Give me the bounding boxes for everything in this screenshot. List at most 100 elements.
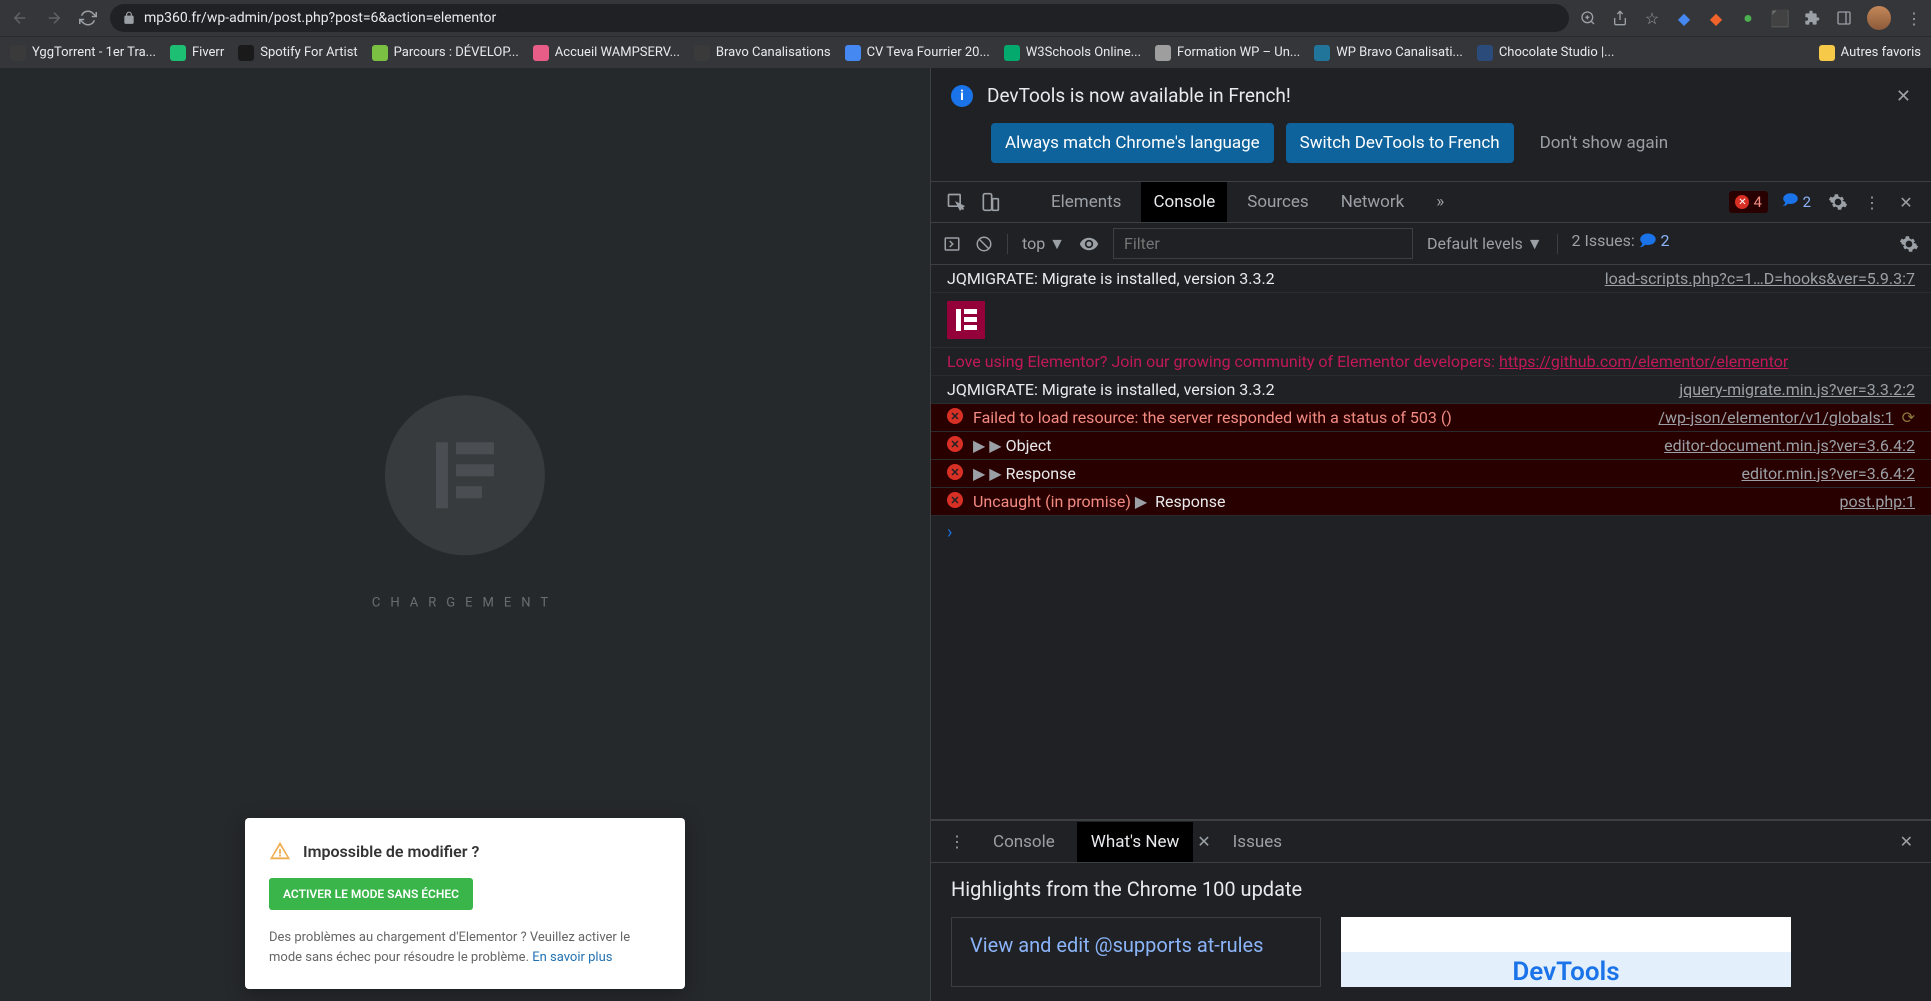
bookmark-item[interactable]: W3Schools Online... [1004, 45, 1141, 61]
inspect-icon[interactable] [943, 189, 969, 215]
tab-more[interactable]: » [1424, 182, 1456, 222]
banner-text: DevTools is now available in French! [987, 84, 1291, 107]
devtools-tabs: Elements Console Sources Network » ✕4 🗩2… [931, 181, 1931, 223]
forward-button[interactable] [42, 6, 66, 30]
bookmark-item[interactable]: WP Bravo Canalisati... [1314, 45, 1463, 61]
drawer-tab-issues[interactable]: Issues [1219, 822, 1296, 862]
drawer-menu-icon[interactable]: ⋮ [943, 832, 971, 851]
console-body: JQMIGRATE: Migrate is installed, version… [931, 265, 1931, 819]
console-error-row[interactable]: ✕ Failed to load resource: the server re… [931, 404, 1931, 432]
switch-french-button[interactable]: Switch DevTools to French [1286, 123, 1514, 163]
console-log-row[interactable]: Love using Elementor? Join our growing c… [931, 348, 1931, 376]
close-drawer-icon[interactable]: ✕ [1894, 832, 1919, 851]
share-icon[interactable] [1611, 9, 1629, 27]
panel-icon[interactable] [1835, 9, 1853, 27]
reload-button[interactable] [76, 6, 100, 30]
source-link[interactable]: editor-document.min.js?ver=3.6.4:2 [1664, 436, 1915, 455]
profile-avatar[interactable] [1867, 6, 1891, 30]
error-icon: ✕ [947, 436, 963, 452]
console-prompt[interactable]: › [931, 516, 1931, 549]
source-link[interactable]: /wp-json/elementor/v1/globals:1 [1658, 408, 1893, 427]
reload-icon[interactable]: ⟳ [1902, 408, 1915, 427]
bookmark-item[interactable]: Chocolate Studio |... [1477, 45, 1615, 61]
source-link[interactable]: load-scripts.php?c=1…D=hooks&ver=5.9.3:7 [1605, 269, 1915, 288]
bookmark-item[interactable]: CV Teva Fourrier 20... [845, 45, 990, 61]
elementor-logo-icon [947, 301, 985, 339]
github-link[interactable]: https://github.com/elementor/elementor [1499, 352, 1788, 371]
browser-toolbar: mp360.fr/wp-admin/post.php?post=6&action… [0, 0, 1931, 36]
console-log-row[interactable] [931, 293, 1931, 348]
tab-console[interactable]: Console [1141, 182, 1227, 222]
source-link[interactable]: editor.min.js?ver=3.6.4:2 [1741, 464, 1915, 483]
settings-icon[interactable] [1825, 189, 1851, 215]
warning-icon [269, 840, 291, 862]
console-log-row[interactable]: JQMIGRATE: Migrate is installed, version… [931, 265, 1931, 293]
lock-icon [122, 11, 136, 25]
match-language-button[interactable]: Always match Chrome's language [991, 123, 1274, 163]
zoom-icon[interactable] [1579, 9, 1597, 27]
console-error-row[interactable]: ✕ Uncaught (in promise) ▶ Response post.… [931, 488, 1931, 516]
extensions-icon[interactable] [1803, 9, 1821, 27]
filter-input[interactable] [1113, 228, 1413, 259]
bookmarks-bar: YggTorrent - 1er Tra... Fiverr Spotify F… [0, 36, 1931, 68]
url-bar[interactable]: mp360.fr/wp-admin/post.php?post=6&action… [110, 4, 1569, 32]
console-settings-icon[interactable] [1899, 234, 1919, 254]
clear-console-icon[interactable] [975, 235, 993, 253]
dont-show-button[interactable]: Don't show again [1526, 123, 1683, 163]
tab-elements[interactable]: Elements [1039, 182, 1133, 222]
bookmark-item[interactable]: Bravo Canalisations [694, 45, 831, 61]
extension-icon-1[interactable]: ◆ [1675, 9, 1693, 27]
modal-description: Des problèmes au chargement d'Elementor … [269, 928, 661, 967]
live-expression-icon[interactable] [1079, 234, 1099, 254]
close-icon[interactable]: ✕ [1896, 86, 1911, 107]
tab-sources[interactable]: Sources [1235, 182, 1320, 222]
error-count-badge[interactable]: ✕4 [1729, 191, 1767, 213]
kebab-icon[interactable]: ⋮ [1859, 189, 1885, 215]
star-icon[interactable]: ☆ [1643, 9, 1661, 27]
modal-title: Impossible de modifier ? [303, 842, 479, 861]
other-bookmarks[interactable]: Autres favoris [1819, 45, 1921, 61]
whats-new-card[interactable]: View and edit @supports at-rules [951, 917, 1321, 987]
console-error-row[interactable]: ✕ ▶ ▶Object editor-document.min.js?ver=3… [931, 432, 1931, 460]
drawer-tab-whatsnew[interactable]: What's New [1077, 822, 1193, 862]
expand-icon[interactable]: ▶ [1135, 492, 1147, 511]
issues-label[interactable]: 2 Issues: 🗩 2 [1572, 230, 1670, 257]
console-toolbar: top ▼ Default levels ▼ 2 Issues: 🗩 2 [931, 223, 1931, 265]
bookmark-item[interactable]: Fiverr [170, 45, 224, 61]
expand-icon[interactable]: ▶ ▶ [973, 436, 1002, 455]
activate-safe-mode-button[interactable]: ACTIVER LE MODE SANS ÉCHEC [269, 878, 473, 910]
close-devtools-icon[interactable]: ✕ [1893, 189, 1919, 215]
issue-count-badge[interactable]: 🗩2 [1776, 188, 1817, 217]
learn-more-link[interactable]: En savoir plus [532, 950, 612, 965]
bookmark-item[interactable]: Spotify For Artist [238, 45, 357, 61]
back-button[interactable] [8, 6, 32, 30]
error-icon: ✕ [947, 492, 963, 508]
device-icon[interactable] [977, 189, 1003, 215]
menu-icon[interactable]: ⋮ [1905, 9, 1923, 27]
devtools-language-banner: i DevTools is now available in French! ✕ [931, 68, 1931, 123]
url-text: mp360.fr/wp-admin/post.php?post=6&action… [144, 10, 496, 26]
tab-network[interactable]: Network [1329, 182, 1417, 222]
extension-icon-4[interactable]: ⬛ [1771, 9, 1789, 27]
error-icon: ✕ [947, 464, 963, 480]
extension-icon-2[interactable]: ◆ [1707, 9, 1725, 27]
toggle-sidebar-icon[interactable] [943, 235, 961, 253]
devtools-drawer: ⋮ Console What's New ✕ Issues ✕ Highligh… [931, 819, 1931, 1001]
source-link[interactable]: jquery-migrate.min.js?ver=3.3.2:2 [1679, 380, 1915, 399]
info-icon: i [951, 85, 973, 107]
bookmark-item[interactable]: Parcours : DÉVELOP... [372, 45, 519, 61]
bookmark-item[interactable]: Accueil WAMPSERV... [533, 45, 680, 61]
console-error-row[interactable]: ✕ ▶ ▶Response editor.min.js?ver=3.6.4:2 [931, 460, 1931, 488]
source-link[interactable]: post.php:1 [1840, 492, 1915, 511]
page-content: CHARGEMENT Impossible de modifier ? ACTI… [0, 68, 930, 1001]
bookmark-item[interactable]: Formation WP – Un... [1155, 45, 1300, 61]
levels-selector[interactable]: Default levels ▼ [1427, 234, 1543, 254]
expand-icon[interactable]: ▶ ▶ [973, 464, 1002, 483]
bookmark-item[interactable]: YggTorrent - 1er Tra... [10, 45, 156, 61]
context-selector[interactable]: top ▼ [1022, 234, 1065, 254]
extension-icon-3[interactable]: ● [1739, 9, 1757, 27]
close-tab-icon[interactable]: ✕ [1197, 832, 1210, 851]
elementor-loader: CHARGEMENT [372, 395, 558, 610]
console-log-row[interactable]: JQMIGRATE: Migrate is installed, version… [931, 376, 1931, 404]
drawer-tab-console[interactable]: Console [979, 822, 1069, 862]
